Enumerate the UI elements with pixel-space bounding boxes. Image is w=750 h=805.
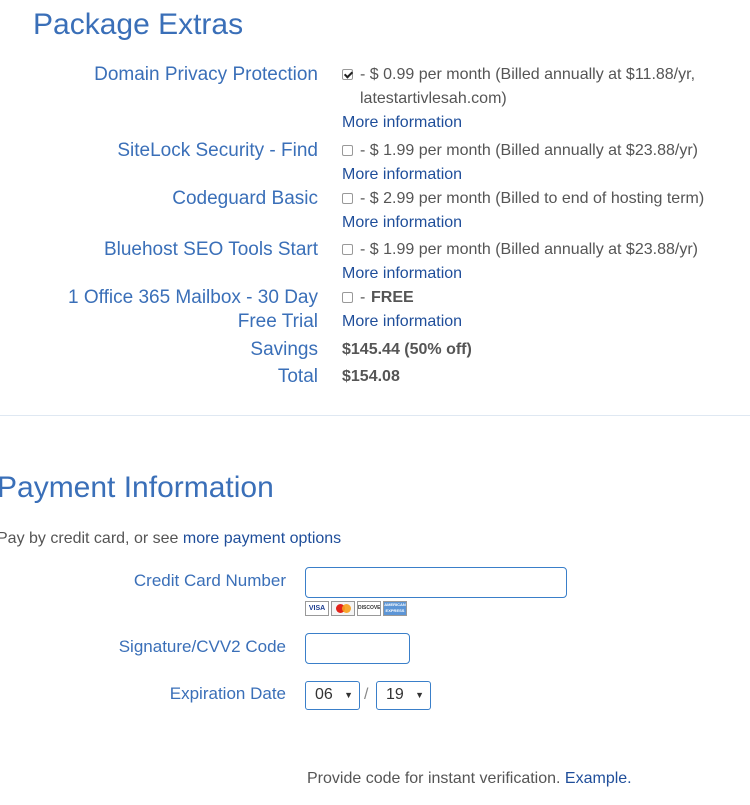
seo-tools-price: - $ 1.99 per month (Billed annually at $… <box>360 241 698 258</box>
sitelock-price: - $ 1.99 per month (Billed annually at $… <box>360 142 698 159</box>
office365-label-line2: Free Trial <box>237 311 318 332</box>
mastercard-logo <box>331 601 355 616</box>
expiration-month-select[interactable]: 06 ▼ <box>305 681 360 710</box>
savings-label: Savings <box>250 339 318 360</box>
payment-intro: Pay by credit card, or see more payment … <box>0 527 341 551</box>
expiration-date-label: Expiration Date <box>169 684 286 703</box>
domain-privacy-more-link[interactable]: More information <box>342 111 462 135</box>
payment-intro-text: Pay by credit card, or see <box>0 530 179 547</box>
card-brand-logos: VISA DISCOVER AMERICAN EXPRESS <box>305 601 407 617</box>
sitelock-checkbox[interactable] <box>342 145 353 156</box>
chevron-down-icon: ▼ <box>344 690 353 700</box>
savings-value: $145.44 (50% off) <box>342 341 472 358</box>
amex-logo: AMERICAN EXPRESS <box>383 601 407 616</box>
domain-privacy-price-line2: latestartivlesah.com) <box>360 90 507 107</box>
more-payment-options-link[interactable]: more payment options <box>183 530 341 547</box>
domain-privacy-checkbox[interactable] <box>342 69 353 80</box>
office365-price-free: FREE <box>371 289 414 306</box>
office365-dash: - <box>360 289 366 306</box>
payment-info-title: Payment Information <box>0 471 274 504</box>
section-divider <box>0 415 750 416</box>
expiration-month-value: 06 <box>315 686 333 703</box>
verification-note: Provide code for instant verification. E… <box>307 767 632 791</box>
total-label: Total <box>277 366 318 387</box>
credit-card-number-input[interactable] <box>305 567 567 598</box>
verification-text: Provide code for instant verification. <box>307 770 561 787</box>
domain-privacy-price: - $ 0.99 per month (Billed annually at $… <box>360 66 696 83</box>
discover-logo: DISCOVER <box>357 601 381 616</box>
seo-tools-label: Bluehost SEO Tools Start <box>103 239 318 260</box>
sitelock-label: SiteLock Security - Find <box>117 140 318 161</box>
codeguard-more-link[interactable]: More information <box>342 211 462 235</box>
expiration-year-value: 19 <box>386 686 404 703</box>
codeguard-price: - $ 2.99 per month (Billed to end of hos… <box>360 190 705 207</box>
credit-card-number-label: Credit Card Number <box>133 571 286 590</box>
sitelock-more-link[interactable]: More information <box>342 163 462 187</box>
office365-checkbox[interactable] <box>342 292 353 303</box>
office365-label-line1: 1 Office 365 Mailbox - 30 Day <box>68 287 318 308</box>
cvv-input[interactable] <box>305 633 410 664</box>
codeguard-checkbox[interactable] <box>342 193 353 204</box>
expiration-separator: / <box>364 686 369 703</box>
total-value: $154.08 <box>342 368 400 385</box>
visa-logo: VISA <box>305 601 329 616</box>
office365-more-link[interactable]: More information <box>342 310 462 334</box>
example-link[interactable]: Example. <box>565 770 632 787</box>
chevron-down-icon: ▼ <box>415 690 424 700</box>
package-extras-title: Package Extras <box>33 8 244 41</box>
codeguard-label: Codeguard Basic <box>172 188 318 209</box>
expiration-year-select[interactable]: 19 ▼ <box>376 681 431 710</box>
cvv-label: Signature/CVV2 Code <box>118 637 286 656</box>
seo-tools-more-link[interactable]: More information <box>342 262 462 286</box>
domain-privacy-label: Domain Privacy Protection <box>94 64 318 85</box>
seo-tools-checkbox[interactable] <box>342 244 353 255</box>
